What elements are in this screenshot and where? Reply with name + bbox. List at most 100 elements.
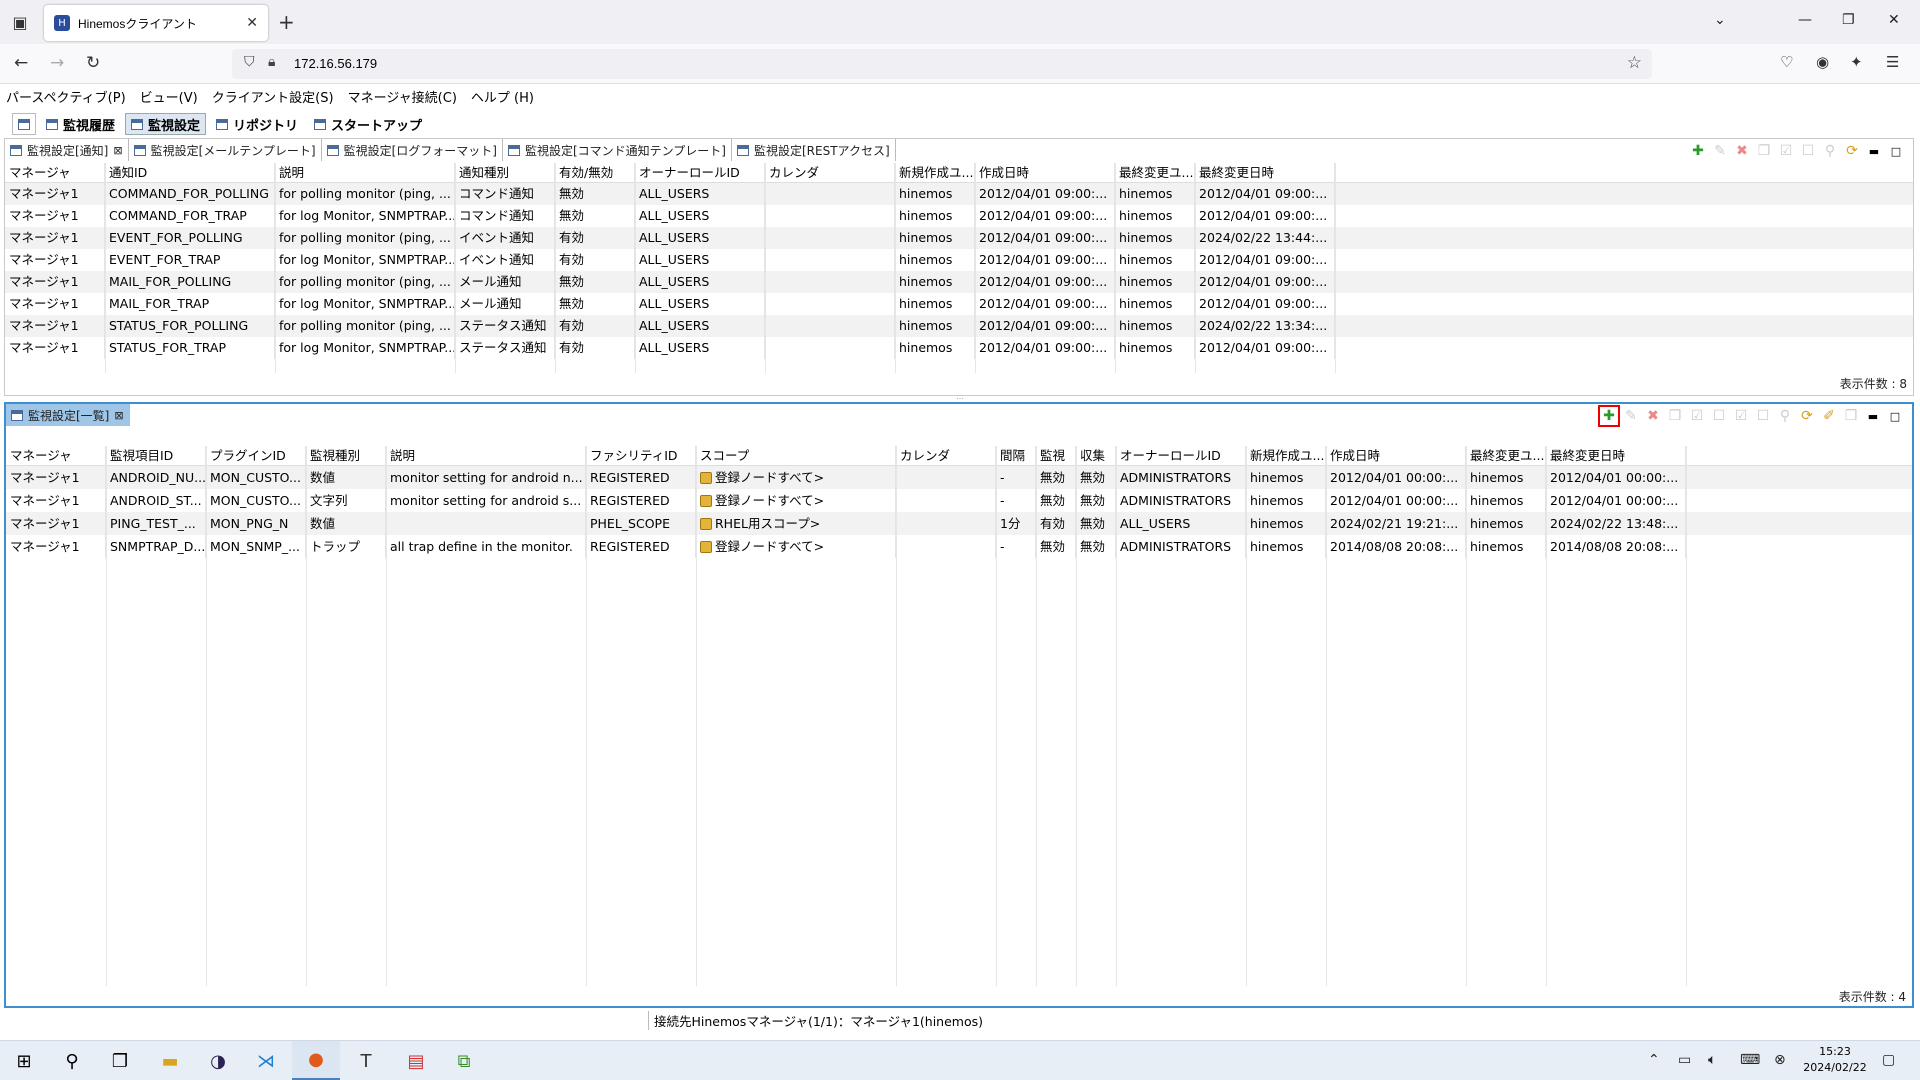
copy-icon[interactable]: ❐ [1753, 143, 1775, 159]
eclipse-icon[interactable]: ◑ [194, 1041, 242, 1080]
object-privilege-icon[interactable]: ❒ [1840, 408, 1862, 424]
extensions-icon[interactable]: ✦ [1850, 53, 1863, 71]
browser-tab[interactable]: H Hinemosクライアント ✕ [44, 5, 268, 41]
url-text[interactable]: 172.16.56.179 [294, 56, 377, 71]
account-icon[interactable]: ◉ [1816, 53, 1829, 71]
close-icon[interactable]: ⊠ [114, 409, 123, 422]
menu-client-settings[interactable]: クライアント設定(S) [212, 87, 334, 106]
close-window-icon[interactable]: ✕ [1888, 12, 1900, 28]
search-icon[interactable]: ⚲ [48, 1041, 96, 1080]
column-header[interactable]: スコープ [696, 445, 896, 466]
column-header[interactable]: 監視種別 [306, 445, 386, 466]
lock-icon[interactable]: 🔒︎ [268, 54, 275, 70]
tab-notification[interactable]: 監視設定[通知] ⊠ [5, 139, 129, 161]
table-row[interactable]: マネージャ1 ANDROID_ST... MON_CUSTO... 文字列 monito… [6, 489, 1912, 512]
volume-icon[interactable]: 🔈︎ [1708, 1052, 1716, 1068]
tab-command-template[interactable]: 監視設定[コマンド通知テンプレート] [503, 139, 732, 161]
edit-icon[interactable]: ✎ [1709, 143, 1731, 159]
tab-rest-access[interactable]: 監視設定[RESTアクセス] [732, 139, 896, 161]
column-header[interactable]: 最終変更ユ... [1115, 162, 1195, 183]
collect-enable-icon[interactable]: ☑ [1730, 408, 1752, 424]
add-monitor-icon[interactable]: ✚ [1598, 405, 1620, 427]
disable-icon[interactable]: ☐ [1708, 408, 1730, 424]
perspective-monitor-history[interactable]: 監視履歴 [40, 113, 121, 135]
minimize-view-icon[interactable]: ▬ [1863, 145, 1885, 158]
column-header[interactable]: 監視 [1036, 445, 1076, 466]
close-icon[interactable]: ⊠ [113, 144, 122, 157]
column-header[interactable]: ファシリティID [586, 445, 696, 466]
table-row[interactable]: マネージャ1 MAIL_FOR_POLLING for polling monito… [5, 271, 1913, 293]
menu-icon[interactable]: ☰ [1886, 53, 1899, 71]
column-header[interactable]: 間隔 [996, 445, 1036, 466]
bookmark-star-icon[interactable]: ☆ [1627, 53, 1642, 73]
enable-icon[interactable]: ☑ [1775, 143, 1797, 159]
tray-chevron-icon[interactable]: ⌃ [1648, 1052, 1660, 1068]
windows-start-icon[interactable]: ⊞ [0, 1041, 48, 1080]
enable-icon[interactable]: ☑ [1686, 408, 1708, 424]
column-header[interactable]: マネージャ [5, 162, 105, 183]
table-row[interactable]: マネージャ1 SNMPTRAP_D... MON_SNMP_... トラップ all t… [6, 535, 1912, 558]
link-icon[interactable]: ✐ [1818, 408, 1840, 424]
address-bar[interactable]: ⛉ 🔒︎ 172.16.56.179 ☆ [232, 49, 1652, 79]
table-row[interactable]: マネージャ1 MAIL_FOR_TRAP for log Monitor, SNMP… [5, 293, 1913, 315]
vmware-icon[interactable]: ⧉ [440, 1041, 488, 1080]
delete-icon[interactable]: ✖ [1642, 408, 1664, 424]
reload-icon[interactable]: ↻ [86, 53, 100, 73]
column-header[interactable]: 最終変更日時 [1546, 445, 1686, 466]
copy-icon[interactable]: ❐ [1664, 408, 1686, 424]
tab-mail-template[interactable]: 監視設定[メールテンプレート] [129, 139, 322, 161]
column-header[interactable]: 説明 [275, 162, 455, 183]
open-perspective-button[interactable] [12, 113, 36, 135]
column-header[interactable]: 説明 [386, 445, 586, 466]
minimize-view-icon[interactable]: ▬ [1862, 410, 1884, 423]
column-header[interactable]: 監視項目ID [106, 445, 206, 466]
edit-icon[interactable]: ✎ [1620, 408, 1642, 424]
app-icon[interactable]: ▤ [392, 1041, 440, 1080]
table-row[interactable]: マネージャ1 STATUS_FOR_TRAP for log Monitor, SN… [5, 337, 1913, 359]
menu-help[interactable]: ヘルプ (H) [471, 87, 534, 106]
shield-icon[interactable]: ⛉ [244, 54, 255, 70]
column-header[interactable]: マネージャ [6, 445, 106, 466]
tab-log-format[interactable]: 監視設定[ログフォーマット] [322, 139, 503, 161]
table-row[interactable]: マネージャ1 EVENT_FOR_TRAP for log Monitor, SNM… [5, 249, 1913, 271]
column-header[interactable]: オーナーロールID [1116, 445, 1246, 466]
perspective-repository[interactable]: リポジトリ [210, 113, 304, 135]
filter-icon[interactable]: ⚲ [1774, 408, 1796, 424]
tab-list-icon[interactable]: ▣ [6, 10, 34, 34]
terminal-icon[interactable]: T [342, 1041, 390, 1080]
column-header[interactable]: 新規作成ユ... [1246, 445, 1326, 466]
clock[interactable]: 15:23 2024/02/22 [1790, 1044, 1880, 1076]
table-row[interactable]: マネージャ1 EVENT_FOR_POLLING for polling monit… [5, 227, 1913, 249]
menu-view[interactable]: ビュー(V) [140, 87, 198, 106]
column-header[interactable]: 作成日時 [975, 162, 1115, 183]
column-header[interactable]: プラグインID [206, 445, 306, 466]
maximize-view-icon[interactable]: □ [1884, 410, 1906, 423]
column-header[interactable]: 新規作成ユ... [895, 162, 975, 183]
menu-perspective[interactable]: パースペクティブ(P) [6, 87, 126, 106]
add-icon[interactable]: ✚ [1687, 143, 1709, 159]
column-header[interactable]: 収集 [1076, 445, 1116, 466]
tab-monitor-list[interactable]: 監視設定[一覧] ⊠ [6, 404, 130, 426]
column-header[interactable]: 最終変更ユ... [1466, 445, 1546, 466]
column-header[interactable]: 通知ID [105, 162, 275, 183]
minimize-icon[interactable]: — [1798, 12, 1812, 28]
column-header[interactable]: カレンダ [765, 162, 895, 183]
column-header[interactable]: カレンダ [896, 445, 996, 466]
collect-disable-icon[interactable]: ☐ [1752, 408, 1774, 424]
table-row[interactable]: マネージャ1 COMMAND_FOR_POLLING for polling mon… [5, 183, 1913, 205]
column-header[interactable]: 通知種別 [455, 162, 555, 183]
refresh-icon[interactable]: ⟳ [1796, 408, 1818, 424]
table-row[interactable]: マネージャ1 ANDROID_NU... MON_CUSTO... 数値 monitor… [6, 466, 1912, 489]
column-header[interactable]: 最終変更日時 [1195, 162, 1335, 183]
column-header[interactable]: 有効/無効 [555, 162, 635, 183]
table-row[interactable]: マネージャ1 PING_TEST_... MON_PNG_N 数値 PHEL_SCOPE… [6, 512, 1912, 535]
perspective-startup[interactable]: スタートアップ [308, 113, 428, 135]
vscode-icon[interactable]: ⋊ [242, 1041, 290, 1080]
table-row[interactable]: マネージャ1 COMMAND_FOR_TRAP for log Monitor, S… [5, 205, 1913, 227]
pocket-icon[interactable]: ♡ [1780, 53, 1793, 71]
chevron-down-icon[interactable]: ⌄ [1714, 12, 1726, 28]
network-icon[interactable]: ▭ [1678, 1052, 1691, 1068]
filter-icon[interactable]: ⚲ [1819, 143, 1841, 159]
table-row[interactable]: マネージャ1 STATUS_FOR_POLLING for polling moni… [5, 315, 1913, 337]
task-view-icon[interactable]: ❐ [96, 1041, 144, 1080]
